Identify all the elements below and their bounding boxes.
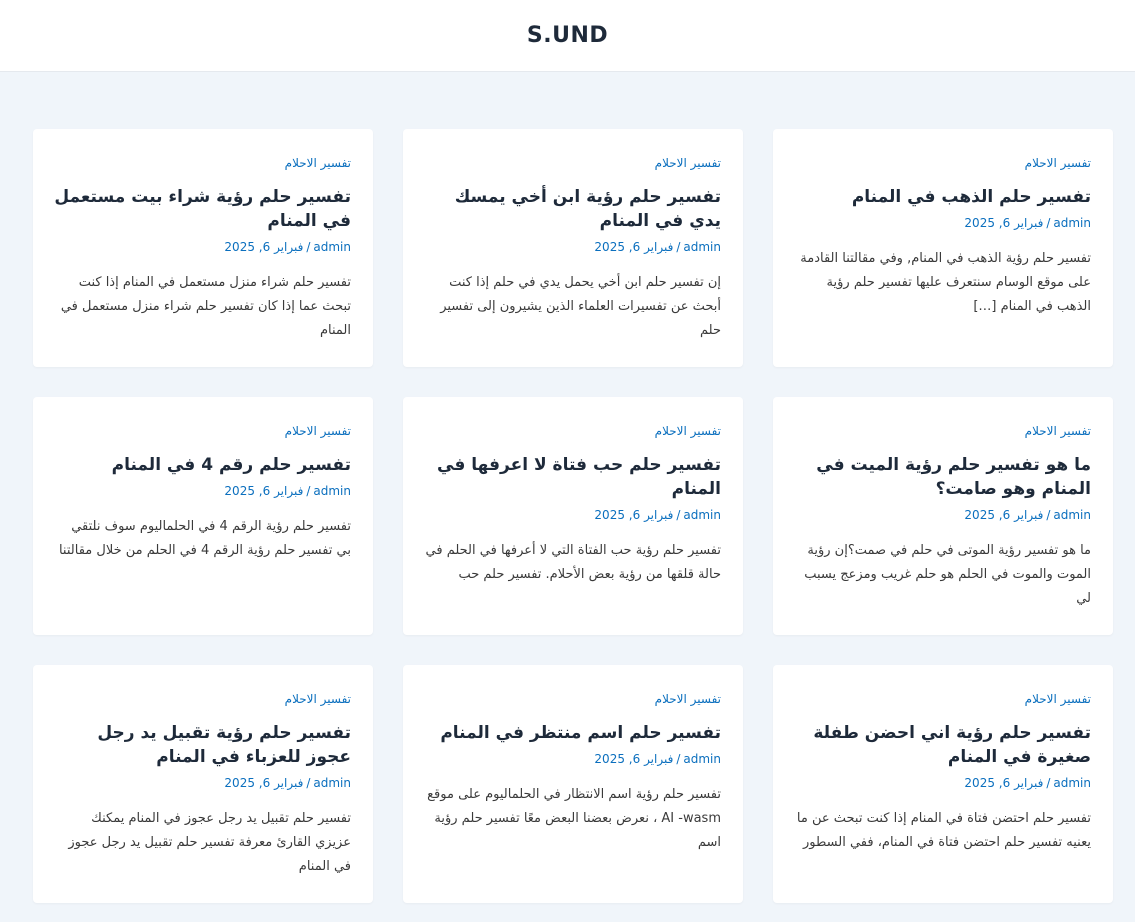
post-author-link[interactable]: admin <box>1053 508 1091 522</box>
posts-grid: تفسير الاحلام تفسير حلم الذهب في المنام … <box>33 129 1113 903</box>
site-header: S.UND <box>0 0 1135 72</box>
post-category-link[interactable]: تفسير الاحلام <box>54 423 351 439</box>
meta-separator: / <box>1046 216 1051 230</box>
meta-separator: / <box>1046 776 1051 790</box>
post-title-link[interactable]: تفسير حلم حب فتاة لا اعرفها في المنام <box>424 453 721 501</box>
post-author-link[interactable]: admin <box>313 240 351 254</box>
meta-separator: / <box>306 776 311 790</box>
post-date-link[interactable]: فبراير 6, 2025 <box>594 752 673 766</box>
post-excerpt: تفسير حلم احتضن فتاة في المنام إذا كنت ت… <box>796 811 1091 850</box>
post-category-link[interactable]: تفسير الاحلام <box>424 155 721 171</box>
meta-separator: / <box>1046 508 1051 522</box>
post-author-link[interactable]: admin <box>683 240 721 254</box>
post-date-link[interactable]: فبراير 6, 2025 <box>964 508 1043 522</box>
meta-separator: / <box>676 240 681 254</box>
post-excerpt: تفسير حلم رؤية حب الفتاة التي لا أعرفها … <box>425 543 721 582</box>
post-title-link[interactable]: تفسير حلم الذهب في المنام <box>794 185 1091 209</box>
post-author-link[interactable]: admin <box>683 752 721 766</box>
post-excerpt: ما هو تفسير رؤية الموتى في حلم في صمت؟إن… <box>804 543 1091 606</box>
post-card: تفسير الاحلام تفسير حلم رؤية اني احضن طف… <box>773 665 1113 903</box>
post-date-link[interactable]: فبراير 6, 2025 <box>594 508 673 522</box>
post-category-link[interactable]: تفسير الاحلام <box>54 155 351 171</box>
post-meta: admin/فبراير 6, 2025 <box>424 751 721 767</box>
post-title-link[interactable]: تفسير حلم رقم 4 في المنام <box>54 453 351 477</box>
post-card: تفسير الاحلام تفسير حلم رقم 4 في المنام … <box>33 397 373 635</box>
site-title-link[interactable]: S.UND <box>527 23 608 48</box>
post-author-link[interactable]: admin <box>313 776 351 790</box>
post-category-link[interactable]: تفسير الاحلام <box>424 691 721 707</box>
post-date-link[interactable]: فبراير 6, 2025 <box>224 240 303 254</box>
post-card: تفسير الاحلام تفسير حلم حب فتاة لا اعرفه… <box>403 397 743 635</box>
meta-separator: / <box>306 240 311 254</box>
post-date-link[interactable]: فبراير 6, 2025 <box>964 216 1043 230</box>
post-excerpt: تفسير حلم تقبيل يد رجل عجوز في المنام يم… <box>68 811 351 874</box>
post-excerpt: تفسير حلم رؤية الذهب في المنام, وفي مقال… <box>800 251 1091 314</box>
post-category-link[interactable]: تفسير الاحلام <box>424 423 721 439</box>
post-category-link[interactable]: تفسير الاحلام <box>794 155 1091 171</box>
meta-separator: / <box>676 752 681 766</box>
post-meta: admin/فبراير 6, 2025 <box>794 775 1091 791</box>
post-meta: admin/فبراير 6, 2025 <box>794 215 1091 231</box>
post-excerpt: تفسير حلم رؤية الرقم 4 في الحلماليوم سوف… <box>58 519 351 558</box>
post-card: تفسير الاحلام تفسير حلم رؤية تقبيل يد رج… <box>33 665 373 903</box>
post-title-link[interactable]: تفسير حلم اسم منتظر في المنام <box>424 721 721 745</box>
post-author-link[interactable]: admin <box>683 508 721 522</box>
post-title-link[interactable]: تفسير حلم رؤية تقبيل يد رجل عجوز للعزباء… <box>54 721 351 769</box>
meta-separator: / <box>306 484 311 498</box>
post-meta: admin/فبراير 6, 2025 <box>424 507 721 523</box>
post-date-link[interactable]: فبراير 6, 2025 <box>594 240 673 254</box>
post-card: تفسير الاحلام تفسير حلم رؤية ابن أخي يمس… <box>403 129 743 367</box>
post-card: تفسير الاحلام تفسير حلم اسم منتظر في الم… <box>403 665 743 903</box>
post-category-link[interactable]: تفسير الاحلام <box>54 691 351 707</box>
post-card: تفسير الاحلام تفسير حلم الذهب في المنام … <box>773 129 1113 367</box>
post-date-link[interactable]: فبراير 6, 2025 <box>964 776 1043 790</box>
post-meta: admin/فبراير 6, 2025 <box>54 239 351 255</box>
post-meta: admin/فبراير 6, 2025 <box>54 775 351 791</box>
post-meta: admin/فبراير 6, 2025 <box>794 507 1091 523</box>
post-title-link[interactable]: تفسير حلم رؤية شراء بيت مستعمل في المنام <box>54 185 351 233</box>
post-meta: admin/فبراير 6, 2025 <box>54 483 351 499</box>
post-excerpt: إن تفسير حلم ابن أخي يحمل يدي في حلم إذا… <box>440 275 721 338</box>
post-author-link[interactable]: admin <box>1053 216 1091 230</box>
post-author-link[interactable]: admin <box>1053 776 1091 790</box>
post-excerpt: تفسير حلم شراء منزل مستعمل في المنام إذا… <box>60 275 351 338</box>
post-title-link[interactable]: تفسير حلم رؤية اني احضن طفلة صغيرة في ال… <box>794 721 1091 769</box>
post-card: تفسير الاحلام ما هو تفسير حلم رؤية الميت… <box>773 397 1113 635</box>
post-category-link[interactable]: تفسير الاحلام <box>794 423 1091 439</box>
meta-separator: / <box>676 508 681 522</box>
post-excerpt: تفسير حلم رؤية اسم الانتظار في الحلماليو… <box>427 787 721 850</box>
post-title-link[interactable]: ما هو تفسير حلم رؤية الميت في المنام وهو… <box>794 453 1091 501</box>
post-author-link[interactable]: admin <box>313 484 351 498</box>
post-category-link[interactable]: تفسير الاحلام <box>794 691 1091 707</box>
post-title-link[interactable]: تفسير حلم رؤية ابن أخي يمسك يدي في المنا… <box>424 185 721 233</box>
post-card: تفسير الاحلام تفسير حلم رؤية شراء بيت مس… <box>33 129 373 367</box>
post-date-link[interactable]: فبراير 6, 2025 <box>224 484 303 498</box>
post-date-link[interactable]: فبراير 6, 2025 <box>224 776 303 790</box>
post-meta: admin/فبراير 6, 2025 <box>424 239 721 255</box>
